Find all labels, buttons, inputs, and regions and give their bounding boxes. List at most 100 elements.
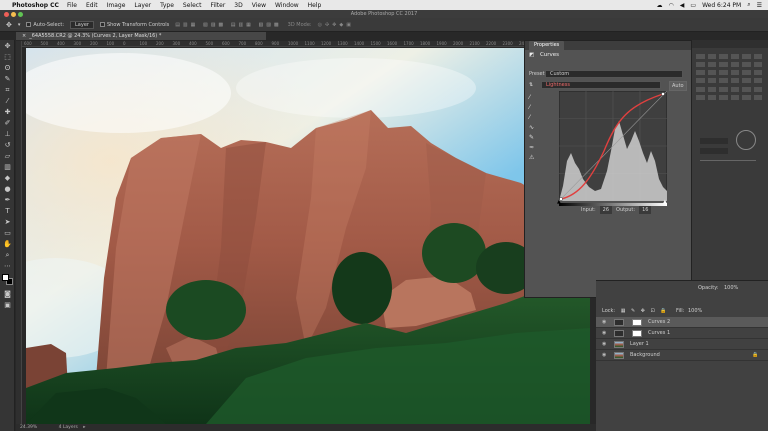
pencil-icon[interactable]: ✎: [529, 133, 537, 143]
swatch-cell[interactable]: [696, 94, 705, 100]
swatch-cell[interactable]: [753, 54, 762, 59]
swatch-cell[interactable]: [753, 70, 762, 76]
path-select-tool-icon[interactable]: ➤: [3, 218, 12, 227]
screen-mode-icon[interactable]: ▣: [3, 301, 12, 310]
eyedropper-black-icon[interactable]: ⁄: [529, 93, 537, 103]
swatch-cell[interactable]: [707, 54, 716, 59]
wifi-icon[interactable]: ◠: [669, 2, 674, 9]
transform-checkbox[interactable]: Show Transform Controls: [99, 21, 169, 28]
dodge-tool-icon[interactable]: ●: [3, 185, 12, 194]
eyedropper-gray-icon[interactable]: ⁄: [529, 103, 537, 113]
panel-field[interactable]: [700, 138, 728, 144]
eye-icon[interactable]: ◉: [602, 342, 608, 347]
swatch-cell[interactable]: [696, 78, 705, 84]
document-canvas[interactable]: [26, 48, 590, 424]
swatch-cell[interactable]: [707, 62, 716, 68]
menu-type[interactable]: Type: [160, 2, 174, 9]
3d-icons[interactable]: ◎✣✥◆▣: [318, 22, 354, 28]
menu-3d[interactable]: 3D: [234, 2, 242, 9]
swatch-cell[interactable]: [707, 94, 716, 100]
close-window-icon[interactable]: [4, 11, 9, 17]
swatch-cell[interactable]: [753, 94, 762, 100]
swatch-cell[interactable]: [719, 70, 728, 76]
swatch-cell[interactable]: [719, 62, 728, 68]
zoom-tool-icon[interactable]: ⌕: [3, 251, 12, 260]
auto-select-dropdown[interactable]: Layer: [70, 20, 94, 29]
layer-row[interactable]: ◉ Curves 2: [596, 317, 768, 328]
output-field[interactable]: 16: [639, 206, 652, 214]
brush-tool-icon[interactable]: ✐: [3, 119, 12, 128]
ruler-vertical[interactable]: [16, 41, 22, 425]
swatch-cell[interactable]: [730, 70, 739, 76]
color-swatches[interactable]: [2, 274, 14, 286]
swatch-cell[interactable]: [696, 54, 705, 59]
document-tab[interactable]: × _64A5558.CR2 @ 24.3% (Curves 2, Layer M…: [16, 32, 266, 40]
layer-name[interactable]: Curves 2: [648, 317, 670, 328]
menu-edit[interactable]: Edit: [86, 2, 98, 9]
mask-thumbnail[interactable]: [632, 319, 642, 326]
swatch-cell[interactable]: [742, 78, 751, 84]
lasso-tool-icon[interactable]: ʘ: [3, 64, 12, 73]
zoom-level[interactable]: 24.39%: [20, 425, 37, 430]
menu-layer[interactable]: Layer: [134, 2, 151, 9]
eraser-tool-icon[interactable]: ▱: [3, 152, 12, 161]
panel-field[interactable]: [700, 148, 728, 154]
menu-view[interactable]: View: [252, 2, 266, 9]
quick-mask-icon[interactable]: ◙: [3, 290, 12, 299]
align-icons[interactable]: ▤▥▦ ▧▨▩ ▤▥▦ ▧▨▩: [175, 22, 281, 28]
channel-dropdown[interactable]: Lightness: [541, 81, 661, 89]
lock-icons[interactable]: ▦ ✎ ✥ ⊡ 🔒: [621, 308, 669, 314]
smooth-icon[interactable]: ≈: [529, 143, 537, 153]
swatch-cell[interactable]: [707, 78, 716, 84]
swatch-cell[interactable]: [742, 62, 751, 68]
eye-icon[interactable]: ◉: [602, 353, 608, 358]
white-point-slider[interactable]: ▲: [663, 199, 667, 205]
clock[interactable]: Wed 6:24 PM: [702, 2, 741, 9]
layer-name[interactable]: Curves 1: [648, 328, 670, 339]
minimize-window-icon[interactable]: [11, 11, 16, 17]
properties-tab[interactable]: Properties: [529, 41, 565, 50]
swatch-cell[interactable]: [753, 78, 762, 84]
stamp-tool-icon[interactable]: ⊥: [3, 130, 12, 139]
eyedropper-white-icon[interactable]: ⁄: [529, 113, 537, 123]
swatch-cell[interactable]: [719, 54, 728, 59]
menu-help[interactable]: Help: [308, 2, 322, 9]
swatch-cell[interactable]: [730, 86, 739, 92]
menu-file[interactable]: File: [67, 2, 77, 9]
volume-icon[interactable]: ◀: [680, 2, 685, 9]
swatch-cell[interactable]: [719, 94, 728, 100]
quick-select-tool-icon[interactable]: ✎: [3, 75, 12, 84]
blur-tool-icon[interactable]: ◆: [3, 174, 12, 183]
ruler-horizontal[interactable]: 600 500 400 300 200 100 0 100 200 300 400 500 600 700…: [22, 41, 529, 47]
foreground-color-swatch[interactable]: [2, 274, 9, 281]
pen-tool-icon[interactable]: ✒: [3, 196, 12, 205]
chevron-right-icon[interactable]: ▸: [83, 425, 85, 430]
type-tool-icon[interactable]: T: [3, 207, 12, 216]
menu-image[interactable]: Image: [107, 2, 126, 9]
fill-field[interactable]: 100%: [688, 307, 702, 315]
menu-window[interactable]: Window: [275, 2, 299, 9]
curves-graph[interactable]: [559, 91, 667, 201]
battery-icon[interactable]: ▭: [690, 2, 696, 9]
menu-list-icon[interactable]: ☰: [757, 2, 762, 9]
adjustment-circle-icon[interactable]: [736, 130, 756, 150]
layer-row[interactable]: ◉ Curves 1: [596, 328, 768, 339]
chevron-down-icon[interactable]: ▾: [18, 22, 21, 28]
hand-tool-icon[interactable]: ✋: [3, 240, 12, 249]
crop-tool-icon[interactable]: ⌗: [3, 86, 12, 95]
swatch-cell[interactable]: [707, 70, 716, 76]
move-tool-icon[interactable]: ✥: [3, 42, 12, 51]
shape-tool-icon[interactable]: ▭: [3, 229, 12, 238]
swatch-cell[interactable]: [742, 94, 751, 100]
opacity-field[interactable]: 100%: [724, 284, 738, 292]
panel-slider[interactable]: [700, 160, 756, 161]
swatch-cell[interactable]: [719, 78, 728, 84]
app-menu[interactable]: Photoshop CC: [12, 2, 59, 9]
swatch-cell[interactable]: [730, 94, 739, 100]
preset-dropdown[interactable]: Custom: [545, 70, 683, 78]
swatch-cell[interactable]: [696, 86, 705, 92]
swatch-cell[interactable]: [742, 70, 751, 76]
marquee-tool-icon[interactable]: ⬚: [3, 53, 12, 62]
gradient-tool-icon[interactable]: ▥: [3, 163, 12, 172]
swatch-cell[interactable]: [742, 54, 751, 59]
